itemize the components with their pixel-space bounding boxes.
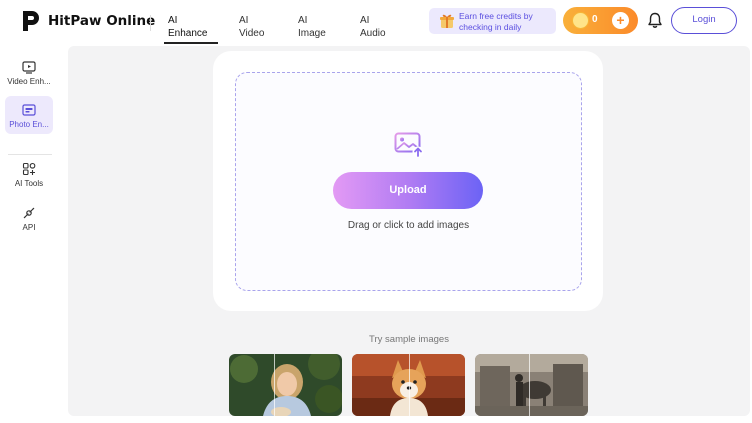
video-enhance-icon [22, 61, 36, 74]
brand-name: HitPaw Online [48, 13, 156, 29]
tab-ai-audio[interactable]: AI Audio [360, 14, 386, 40]
tab-label-line2: Audio [360, 28, 386, 39]
main-workspace: Upload Drag or click to add images Try s… [68, 46, 750, 416]
tab-ai-video[interactable]: AI Video [239, 14, 264, 40]
header-divider [150, 15, 151, 31]
photo-enhance-icon [22, 104, 36, 116]
tab-ai-image[interactable]: AI Image [298, 14, 326, 40]
drop-hint-text: Drag or click to add images [347, 220, 470, 231]
tab-label-line1: AI [239, 15, 249, 26]
sidebar-item-label: API [22, 223, 36, 232]
login-button[interactable]: Login [671, 7, 737, 34]
hitpaw-logo-icon [23, 11, 39, 31]
tab-label-line2: Video [239, 28, 265, 39]
sidebar-item-label: Video Enh... [7, 77, 51, 86]
sidebar-item-api[interactable]: API [5, 206, 53, 236]
sidebar-item-photo-enhancer[interactable]: Photo En... [5, 96, 53, 134]
promo-text: Earn free credits by checking in daily [459, 11, 533, 32]
active-tab-underline [164, 42, 218, 44]
tab-label-line1: AI [360, 15, 370, 26]
tab-label-line2: Enhance [168, 28, 208, 39]
sidebar-item-label: AI Tools [14, 179, 44, 188]
sample-image-girl[interactable] [229, 354, 342, 416]
top-bar: HitPaw Online AI Enhance AI Video AI Ima… [0, 0, 752, 46]
sample-image-dog[interactable] [352, 354, 465, 416]
sidebar-divider [8, 154, 52, 155]
image-upload-icon [394, 132, 424, 158]
promo-line1: Earn free credits by [459, 11, 533, 21]
sidebar-item-label: Photo En... [9, 120, 49, 129]
credits-pill[interactable]: 0 + [563, 7, 638, 34]
sample-thumbnail [475, 354, 588, 416]
notification-bell-icon[interactable] [647, 12, 663, 29]
image-dropzone[interactable]: Upload Drag or click to add images [235, 72, 582, 291]
sample-images-title: Try sample images [369, 334, 449, 345]
sidebar-item-ai-tools[interactable]: AI Tools [5, 162, 53, 192]
sidebar: Video Enh... Photo En... AI Tools API [0, 46, 60, 423]
tab-label-line1: AI [168, 15, 178, 26]
ai-tools-icon [22, 162, 36, 176]
upload-card: Upload Drag or click to add images [213, 51, 603, 311]
sample-image-vintage[interactable] [475, 354, 588, 416]
coin-icon [572, 12, 589, 29]
credit-count: 0 [592, 14, 598, 25]
hitpaw-logo[interactable]: HitPaw Online [20, 9, 155, 33]
tab-label-line1: AI [298, 15, 308, 26]
upload-button[interactable]: Upload [333, 172, 483, 209]
add-credits-button[interactable]: + [612, 12, 629, 29]
api-icon [23, 207, 35, 219]
promo-line2: checking in daily [459, 21, 522, 32]
tab-label-line2: Image [298, 28, 326, 39]
tab-ai-enhance[interactable]: AI Enhance [168, 14, 207, 40]
sample-thumbnail [229, 354, 342, 416]
sample-thumbnail [352, 354, 465, 416]
sidebar-item-video-enhancer[interactable]: Video Enh... [5, 58, 53, 94]
gift-icon [440, 14, 454, 28]
daily-checkin-banner[interactable]: Earn free credits by checking in daily [429, 8, 556, 34]
